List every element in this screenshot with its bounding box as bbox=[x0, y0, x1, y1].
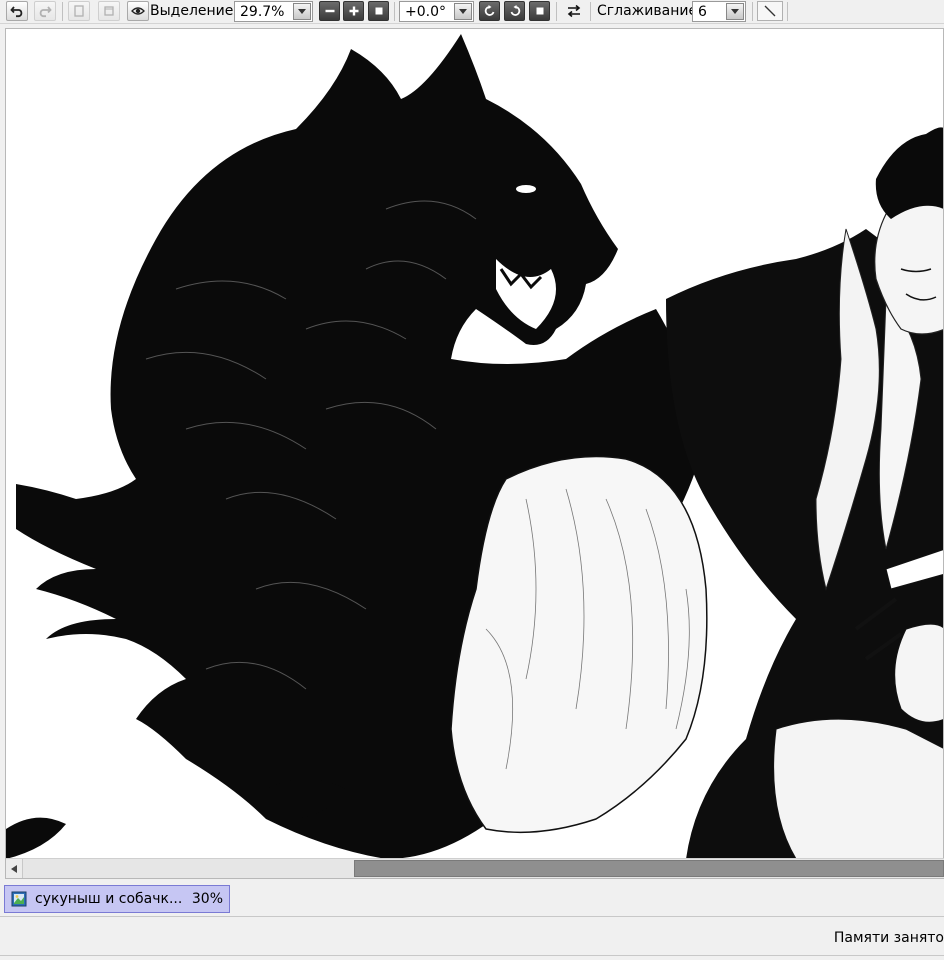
paint-app-window: Выделение 29.7% +0.0° Сглаживание 6 суку… bbox=[0, 0, 944, 960]
zoom-reset-button[interactable] bbox=[368, 1, 389, 21]
selection-label: Выделение bbox=[150, 3, 234, 19]
smoothing-value: 6 bbox=[698, 3, 707, 20]
zoom-out-icon bbox=[325, 9, 334, 13]
page-icon bbox=[74, 5, 84, 17]
toolbar-separator bbox=[787, 2, 788, 21]
view-toolbar: Выделение 29.7% +0.0° Сглаживание 6 bbox=[0, 0, 944, 24]
scroll-left-button[interactable] bbox=[6, 859, 23, 878]
toolbar-separator bbox=[590, 2, 591, 21]
rotation-combobox[interactable]: +0.0° bbox=[399, 1, 474, 22]
chevron-left-icon bbox=[11, 864, 17, 873]
status-divider bbox=[0, 955, 944, 956]
page-left-button[interactable] bbox=[68, 1, 90, 21]
chevron-down-icon bbox=[731, 8, 739, 14]
horizontal-scrollbar[interactable] bbox=[6, 858, 944, 878]
zoom-dropdown-button[interactable] bbox=[293, 3, 311, 20]
line-tool-icon bbox=[764, 5, 776, 17]
smoothing-label: Сглаживание bbox=[597, 3, 698, 19]
wolf-eye bbox=[516, 185, 536, 193]
redo-button[interactable] bbox=[34, 1, 56, 21]
zoom-combobox[interactable]: 29.7% bbox=[234, 1, 313, 22]
memory-usage-label: Памяти занято bbox=[833, 930, 944, 946]
rotate-right-icon bbox=[510, 5, 520, 16]
view-mode-button[interactable] bbox=[127, 1, 149, 21]
toolbar-separator bbox=[752, 2, 753, 21]
status-bar: Памяти занято bbox=[0, 918, 944, 960]
flip-icon bbox=[567, 4, 581, 18]
man-hair bbox=[875, 127, 943, 219]
scroll-thumb[interactable] bbox=[354, 860, 944, 877]
page-icon bbox=[104, 6, 114, 16]
scroll-track[interactable] bbox=[23, 860, 354, 877]
smoothing-dropdown-button[interactable] bbox=[726, 3, 744, 20]
canvas-artwork bbox=[6, 34, 943, 859]
toolbar-separator bbox=[62, 2, 63, 21]
rotate-left-icon bbox=[484, 5, 494, 16]
toolbar-separator bbox=[556, 2, 557, 21]
document-tab-bar: сукуныш и собачк... 30% bbox=[0, 881, 944, 917]
zoom-reset-icon bbox=[375, 7, 382, 15]
view-eye-icon bbox=[131, 7, 145, 15]
rotation-dropdown-button[interactable] bbox=[454, 3, 472, 20]
rotate-left-button[interactable] bbox=[479, 1, 500, 21]
zoom-in-icon bbox=[349, 6, 358, 16]
toolbar-separator bbox=[394, 2, 395, 21]
redo-icon bbox=[39, 6, 52, 18]
zoom-out-button[interactable] bbox=[319, 1, 340, 21]
image-file-icon bbox=[11, 891, 27, 907]
drawing-canvas[interactable] bbox=[5, 28, 944, 879]
chevron-down-icon bbox=[298, 8, 306, 14]
line-tool-button[interactable] bbox=[757, 1, 783, 21]
zoom-value: 29.7% bbox=[240, 3, 285, 20]
rotate-reset-icon bbox=[536, 7, 543, 15]
rotate-reset-button[interactable] bbox=[529, 1, 550, 21]
page-right-button[interactable] bbox=[98, 1, 120, 21]
undo-button[interactable] bbox=[6, 1, 28, 21]
undo-icon bbox=[10, 6, 23, 18]
flip-button[interactable] bbox=[562, 1, 586, 21]
document-tab[interactable]: сукуныш и собачк... 30% bbox=[4, 885, 230, 913]
document-name: сукуныш и собачк... bbox=[35, 891, 183, 907]
rotate-right-button[interactable] bbox=[504, 1, 525, 21]
rotation-value: +0.0° bbox=[405, 3, 446, 20]
document-zoom: 30% bbox=[191, 891, 223, 907]
zoom-in-button[interactable] bbox=[343, 1, 364, 21]
chevron-down-icon bbox=[459, 8, 467, 14]
smoothing-combobox[interactable]: 6 bbox=[692, 1, 746, 22]
man-hand bbox=[894, 623, 943, 723]
